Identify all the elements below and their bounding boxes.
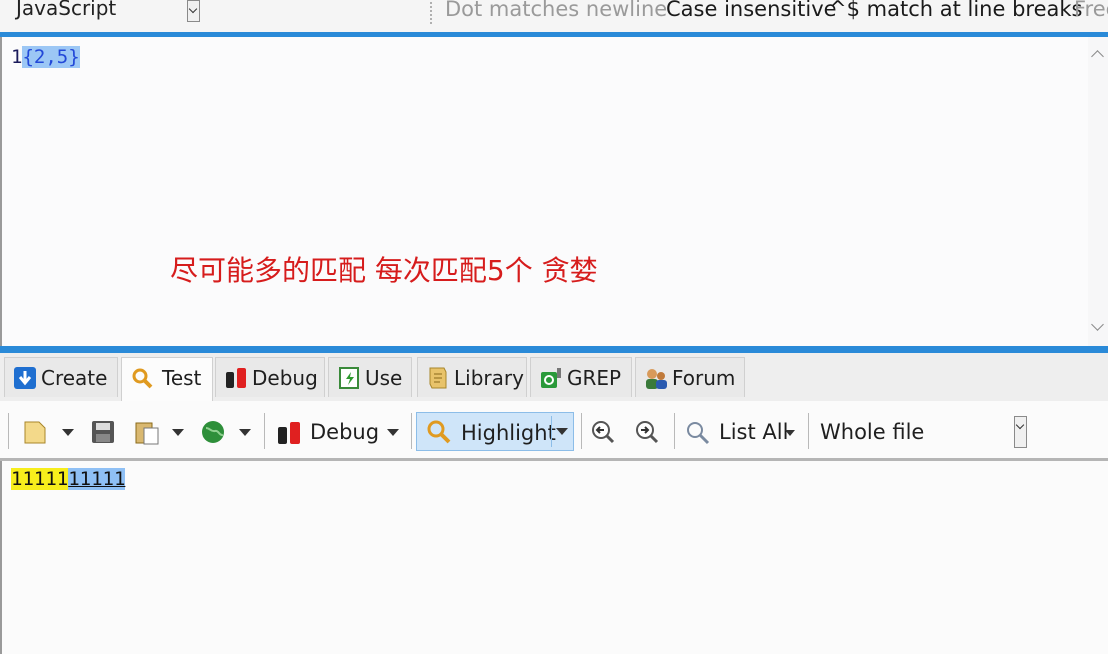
create-icon [13, 366, 37, 390]
tab-forum[interactable]: Forum [635, 357, 745, 397]
chevron-down-icon[interactable] [1014, 416, 1027, 448]
annotation-text: 尽可能多的匹配 每次匹配5个 贪婪 [170, 254, 598, 287]
flavor-select-value: JavaScript [16, 0, 117, 20]
tab-library[interactable]: Library [417, 357, 527, 397]
tab-label: Forum [672, 366, 736, 390]
regex-scrollbar[interactable] [1088, 37, 1108, 346]
toolbar-divider [264, 413, 265, 449]
toolbar-divider [8, 413, 9, 449]
toolbar-divider [581, 413, 582, 449]
match-at-line-breaks-toggle[interactable]: ^$ match at line breaks [829, 0, 1082, 21]
grep-icon [539, 366, 563, 390]
list-all-dropdown[interactable] [785, 430, 795, 436]
free-spacing-toggle[interactable]: Free [1074, 0, 1108, 21]
tab-use[interactable]: Use [328, 357, 412, 397]
bug-icon[interactable] [276, 419, 302, 445]
tab-label: Debug [252, 366, 318, 390]
use-icon [337, 366, 361, 390]
debug-dropdown[interactable] [387, 429, 399, 436]
tab-debug[interactable]: Debug [215, 357, 325, 397]
test-subject-editor[interactable]: 1111111111 [0, 461, 1108, 654]
open-file-icon[interactable] [22, 419, 48, 445]
chevron-down-icon[interactable] [187, 0, 200, 22]
previous-match-icon[interactable] [590, 419, 616, 445]
forum-icon [644, 366, 668, 390]
library-icon [426, 366, 450, 390]
tab-test[interactable]: Test [121, 357, 213, 401]
next-match-icon[interactable] [634, 419, 660, 445]
tab-label: Use [365, 366, 403, 390]
scroll-up-icon[interactable] [1088, 44, 1108, 64]
splitter[interactable] [0, 346, 1108, 353]
list-all-button[interactable]: List All [719, 420, 788, 444]
options-divider [430, 2, 432, 24]
search-icon[interactable] [684, 419, 710, 445]
tab-label: Library [454, 366, 524, 390]
debug-button[interactable]: Debug [310, 420, 379, 444]
tab-label: Test [162, 366, 202, 390]
search-icon [425, 418, 451, 444]
search-icon [130, 366, 154, 390]
highlight-split [551, 416, 552, 447]
paste-dropdown[interactable] [172, 429, 184, 436]
flavor-select[interactable]: JavaScript [0, 0, 202, 24]
regex-quantifier: {2,5} [22, 46, 80, 68]
bug-icon [224, 366, 248, 390]
highlight-button[interactable]: Highlight [416, 412, 574, 451]
open-file-dropdown[interactable] [62, 429, 74, 436]
tab-label: Create [41, 366, 108, 390]
case-insensitive-toggle[interactable]: Case insensitive [666, 0, 837, 21]
test-subject-text[interactable]: 1111111111 [11, 468, 126, 490]
toolbar-divider [411, 413, 412, 449]
paste-icon[interactable] [134, 419, 160, 445]
toolbar-divider [808, 413, 809, 449]
globe-icon[interactable] [200, 419, 226, 445]
tab-grep[interactable]: GREP [530, 357, 632, 397]
regex-text[interactable]: 1{2,5} [11, 46, 80, 68]
tab-label: GREP [567, 366, 622, 390]
match-highlight: 11111 [68, 468, 126, 490]
scroll-down-icon[interactable] [1088, 318, 1108, 338]
highlight-dropdown[interactable] [556, 428, 568, 435]
toolbar-divider [674, 413, 675, 449]
regex-literal: 1 [11, 46, 23, 68]
save-icon[interactable] [90, 419, 116, 445]
scope-select[interactable]: Whole file [820, 420, 924, 444]
dot-matches-newline-toggle[interactable]: Dot matches newline [445, 0, 667, 21]
tab-create[interactable]: Create [4, 357, 118, 397]
match-highlight: 11111 [11, 468, 69, 490]
highlight-label: Highlight [461, 421, 556, 445]
globe-dropdown[interactable] [239, 429, 251, 436]
regex-editor[interactable]: 1{2,5} 尽可能多的匹配 每次匹配5个 贪婪 [0, 37, 1108, 346]
